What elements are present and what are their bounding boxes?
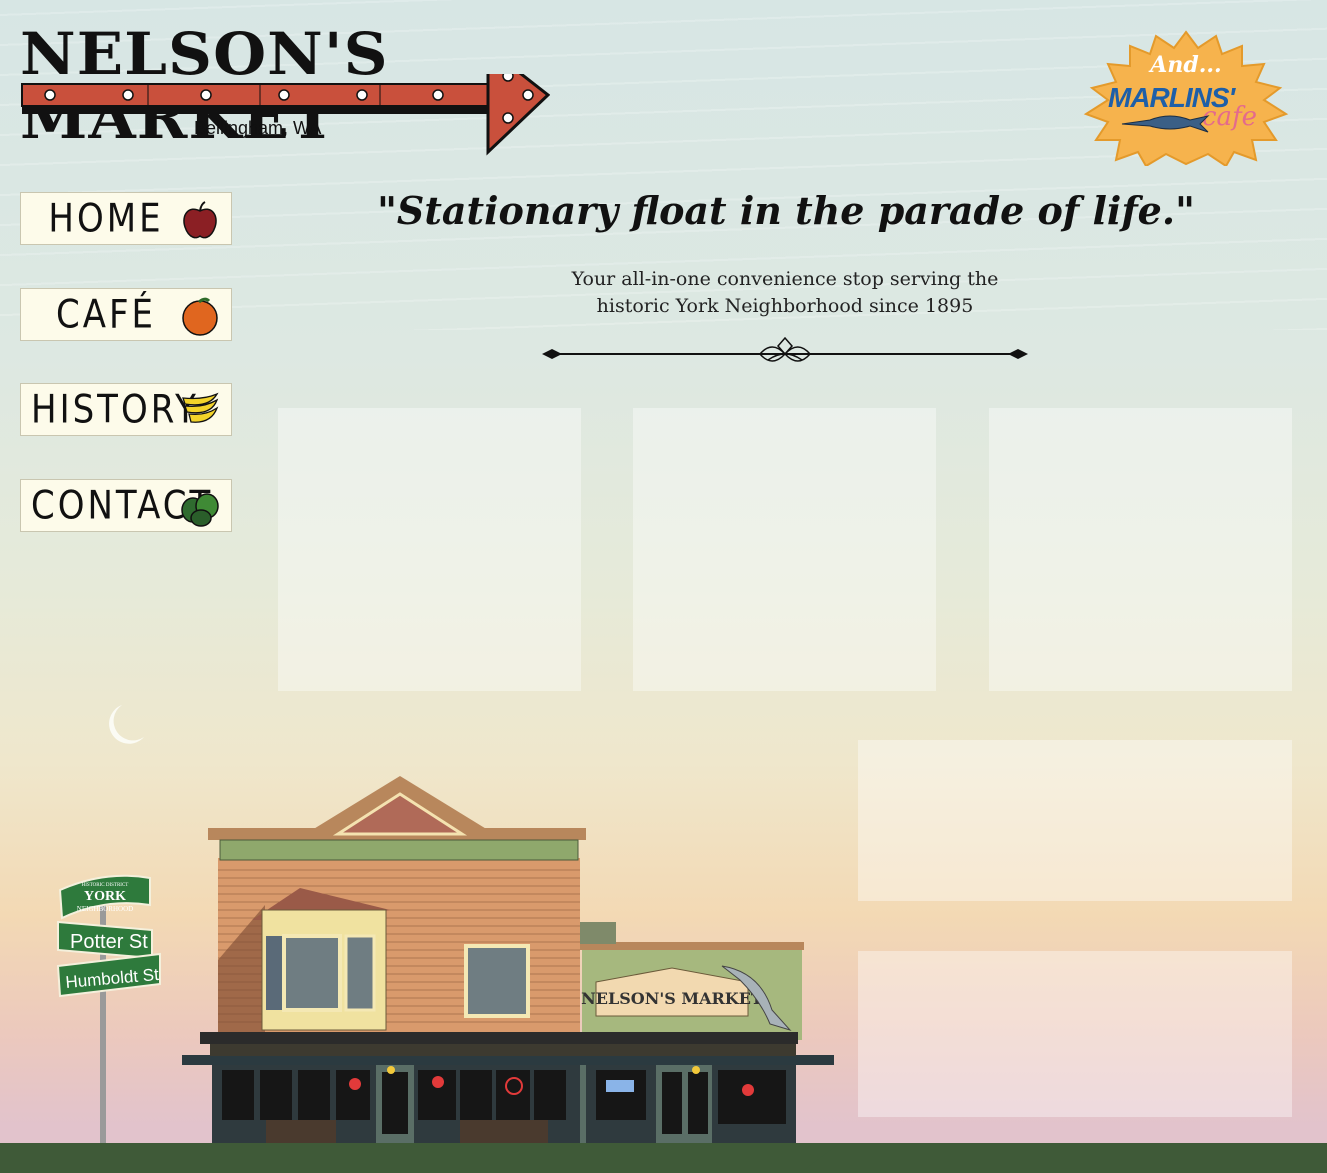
- york-sign-text: YORK: [84, 889, 126, 904]
- badge-cafe: cafe: [1202, 102, 1258, 132]
- marlin-icon: [1121, 115, 1210, 133]
- york-sign-district: HISTORIC DISTRICT: [82, 883, 129, 888]
- content-panel-1: [278, 408, 581, 691]
- hero-tagline: "Stationary float in the parade of life.…: [377, 188, 1195, 233]
- storefront-sign-text: NELSON'S MARKET: [581, 989, 763, 1008]
- badge-and-text: And...: [1150, 52, 1222, 78]
- site-logo[interactable]: NELSON'S MARKET Bellingham, WA: [20, 22, 550, 157]
- nav-home-button[interactable]: HOME: [20, 192, 232, 245]
- storefront-illustration: YORK NEIGHBORHOOD HISTORIC DISTRICT Pott…: [0, 776, 840, 1173]
- nav-cafe-label: CAFÉ: [55, 291, 157, 338]
- nav-contact-label: CONTACT: [31, 482, 214, 529]
- ornamental-divider-icon: [542, 336, 1028, 362]
- nav-history-button[interactable]: HISTORY: [20, 383, 232, 436]
- logo-city: Bellingham, WA: [194, 118, 322, 138]
- nav-contact-button[interactable]: CONTACT: [20, 479, 232, 532]
- street-sign-potter: Potter St: [70, 931, 148, 953]
- hero-subtitle-line2: historic York Neighborhood since 1895: [596, 295, 974, 317]
- content-panel-5: [858, 951, 1292, 1117]
- apple-icon: [183, 201, 217, 239]
- hero-subtitle: Your all-in-one convenience stop serving…: [520, 266, 1050, 320]
- nav-history-label: HISTORY: [31, 386, 199, 433]
- content-panel-4: [858, 740, 1292, 901]
- orange-icon: [182, 297, 218, 336]
- logo-arrow-icon: [21, 74, 550, 156]
- marlins-cafe-badge[interactable]: And... MARLINS' cafe: [1080, 30, 1292, 166]
- content-panel-2: [633, 408, 936, 691]
- nav-cafe-button[interactable]: CAFÉ: [20, 288, 232, 341]
- hero-subtitle-line1: Your all-in-one convenience stop serving…: [571, 268, 999, 290]
- content-panel-3: [989, 408, 1292, 691]
- moon-icon: [109, 705, 144, 744]
- banana-icon: [182, 392, 219, 423]
- york-sign-subtext: NEIGHBORHOOD: [77, 905, 133, 913]
- nav-home-label: HOME: [48, 195, 164, 242]
- limes-icon: [181, 493, 219, 527]
